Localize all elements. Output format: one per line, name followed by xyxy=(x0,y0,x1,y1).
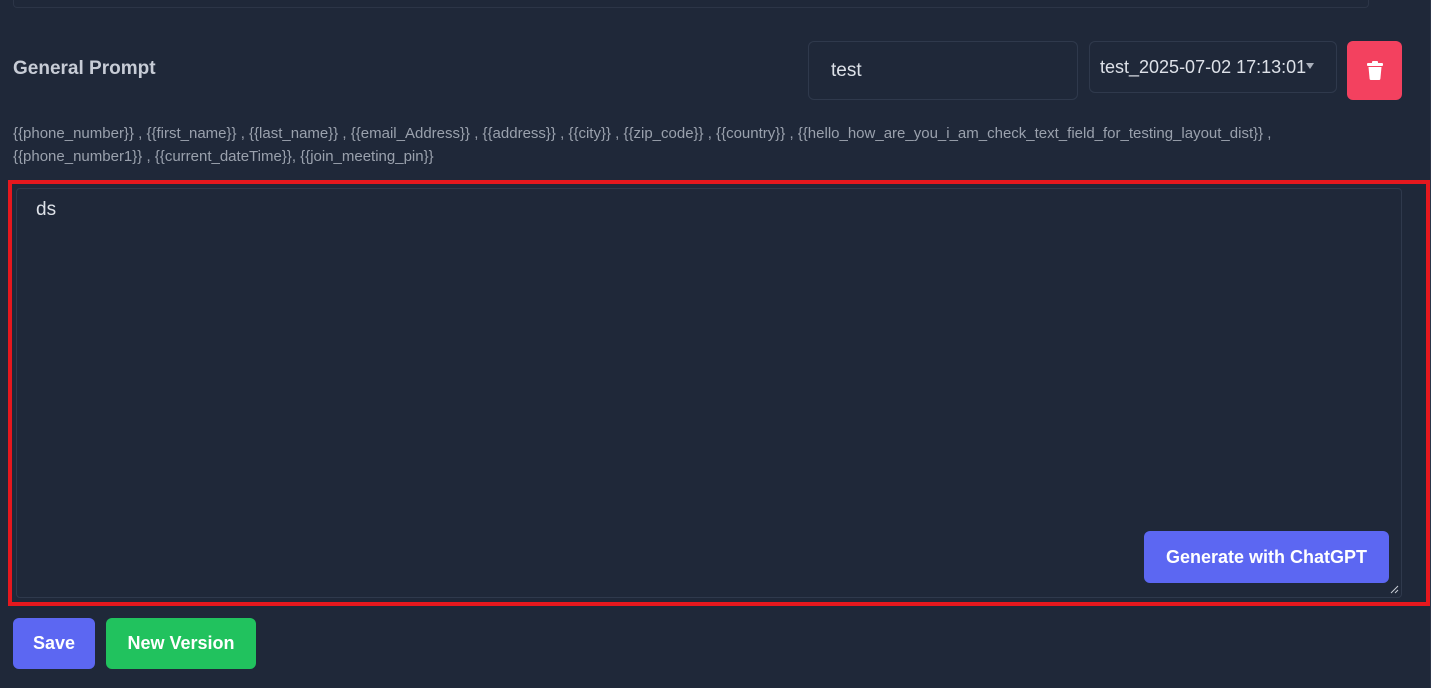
generate-chatgpt-button[interactable]: Generate with ChatGPT xyxy=(1144,531,1389,583)
delete-button[interactable] xyxy=(1347,41,1402,100)
save-button[interactable]: Save xyxy=(13,618,95,669)
trash-icon xyxy=(1366,61,1383,80)
section-title: General Prompt xyxy=(13,58,156,79)
variables-line: {{phone_number}} , {{first_name}} , {{la… xyxy=(13,125,1272,142)
prompt-name-input[interactable] xyxy=(808,41,1078,100)
new-version-button[interactable]: New Version xyxy=(106,618,256,669)
previous-section-edge xyxy=(13,0,1369,8)
version-select-value: test_2025-07-02 17:13:01 xyxy=(1100,56,1307,77)
resize-grip-icon[interactable] xyxy=(1389,584,1399,594)
variables-line: {{phone_number1}} , {{current_dateTime}}… xyxy=(13,148,434,165)
variables-list: {{phone_number}} , {{first_name}} , {{la… xyxy=(13,122,1413,168)
version-select[interactable]: test_2025-07-02 17:13:01 xyxy=(1089,41,1337,93)
caret-down-icon xyxy=(1306,63,1314,69)
